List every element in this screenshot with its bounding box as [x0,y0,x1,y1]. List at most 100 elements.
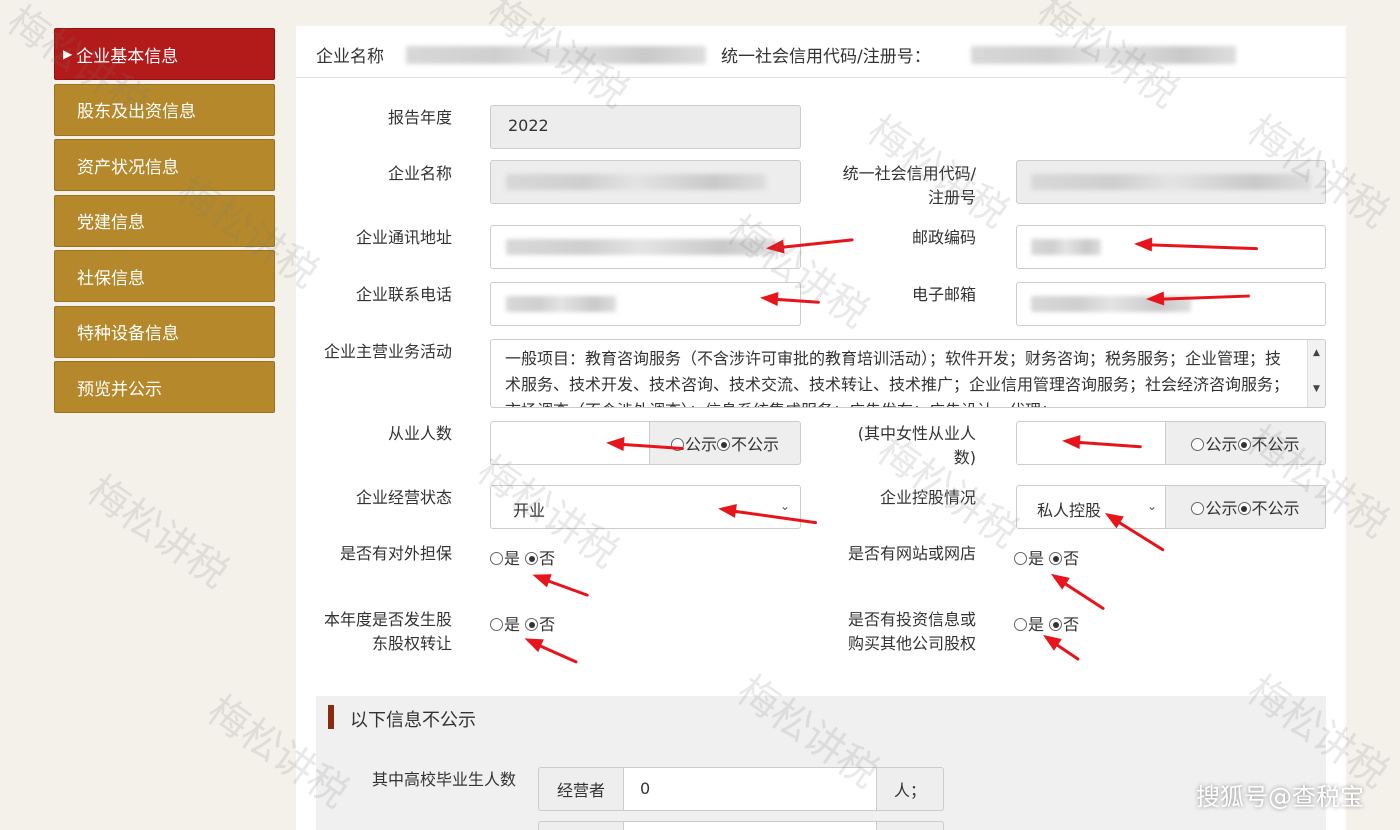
redacted-credit-code [971,46,1236,64]
chevron-down-icon: ⌄ [779,499,790,513]
graduates-label: 其中高校毕业生人数 [371,770,516,789]
holding-not-public-option[interactable]: 不公示 [1237,495,1300,519]
redacted-postcode-value [1031,239,1101,255]
operator-input[interactable]: 0 [623,767,877,811]
radio-icon [490,618,503,631]
holding-select[interactable]: 私人控股 ⌄ [1016,485,1166,529]
business-textarea[interactable]: 一般项目：教育咨询服务（不含涉许可审批的教育培训活动）；软件开发；财务咨询；税务… [490,339,1326,408]
sidebar-item-social-security[interactable]: 社保信息 [54,250,275,302]
sidebar-item-shareholders[interactable]: 股东及出资信息 [54,83,275,136]
website-label: 是否有网站或网店 [847,544,976,563]
redacted-phone-value [506,296,616,312]
radio-checked-icon [1237,438,1251,451]
radio-icon [490,552,503,565]
radio-checked-icon [525,552,539,565]
report-year-value: 2022 [508,116,549,135]
operating-status-value: 开业 [513,501,546,520]
female-public-option[interactable]: 公示 [1191,431,1238,455]
sidebar-item-label: 社保信息 [77,268,145,289]
company-header: 企业名称 统一社会信用代码/注册号： [296,26,1346,78]
redacted-credit-code-value [1031,174,1311,190]
employees-not-public-option[interactable]: 不公示 [717,431,779,455]
operating-status-select[interactable]: 开业 ⌄ [490,485,801,529]
operator-value: 0 [640,779,651,798]
employee-input[interactable]: 0 [623,821,877,830]
holding-label: 企业控股情况 [879,488,976,507]
radio-icon [1014,618,1027,631]
address-label: 企业通讯地址 [355,228,452,247]
website-radio-group: 是 否 [1014,545,1079,569]
website-no-option[interactable]: 否 [1049,549,1079,568]
sidebar-item-party[interactable]: 党建信息 [54,194,275,247]
investment-no-option[interactable]: 否 [1049,615,1079,634]
guarantee-radio-group: 是 否 [490,545,555,569]
radio-checked-icon [1049,618,1063,631]
sidebar-nav: ▶ 企业基本信息 股东及出资信息 资产状况信息 党建信息 社保信息 特种设备信息 … [54,28,275,417]
redacted-company-name [406,46,706,64]
operating-status-label: 企业经营状态 [355,488,452,507]
header-code-label: 统一社会信用代码/注册号： [721,47,931,67]
equity-transfer-no-option[interactable]: 否 [525,615,555,634]
guarantee-yes-option[interactable]: 是 [490,549,520,568]
company-name-label: 企业名称 [387,164,452,183]
sidebar-item-label: 股东及出资信息 [77,102,196,122]
email-label: 电子邮箱 [911,285,976,304]
female-employees-label: (其中女性从业人数) [857,424,976,467]
sidebar-item-label: 党建信息 [77,213,145,233]
sidebar-item-preview-publish[interactable]: 预览并公示 [54,361,275,413]
holding-public-option[interactable]: 公示 [1191,495,1238,519]
operator-unit: 人； [876,767,944,811]
radio-checked-icon [717,438,730,451]
radio-checked-icon [1237,502,1251,515]
investment-yes-option[interactable]: 是 [1014,615,1044,634]
female-not-public-option[interactable]: 不公示 [1237,431,1300,455]
employee-addon: 雇员 [538,821,624,830]
non-public-section: 以下信息不公示 其中高校毕业生人数 经营者 0 人； 雇员 0 人； [316,696,1326,830]
scroll-down-icon[interactable]: ▼ [1308,376,1325,402]
investment-label: 是否有投资信息或购买其他公司股权 [847,610,976,653]
main-panel: 企业名称 统一社会信用代码/注册号： 报告年度 2022 企业名称 统一社会信用… [296,26,1346,830]
report-year-label: 报告年度 [387,108,452,127]
phone-label: 企业联系电话 [355,285,452,304]
sidebar-item-label: 特种设备信息 [77,324,179,344]
watermark: 梅松讲税 [78,467,237,598]
radio-checked-icon [1049,552,1063,565]
sidebar-item-assets[interactable]: 资产状况信息 [54,139,275,191]
radio-icon [1014,552,1027,565]
section-marker [328,705,334,729]
guarantee-no-option[interactable]: 否 [525,549,555,568]
radio-icon [1191,438,1205,451]
sidebar-item-special-equipment[interactable]: 特种设备信息 [54,305,275,358]
postcode-label: 邮政编码 [911,228,976,247]
equity-transfer-label: 本年度是否发生股东股权转让 [323,610,452,653]
section-title: 以下信息不公示 [350,710,476,731]
website-yes-option[interactable]: 是 [1014,549,1044,568]
sidebar-item-label: 资产状况信息 [77,157,179,178]
employees-visibility: 公示 不公示 [649,421,801,465]
equity-transfer-yes-option[interactable]: 是 [490,615,520,634]
credit-code-label: 统一社会信用代码/注册号 [842,164,976,207]
source-watermark: 搜狐号@查税宝 [1196,783,1364,811]
holding-visibility: 公示 不公示 [1165,485,1326,529]
equity-transfer-radio-group: 是 否 [490,611,555,635]
radio-icon [1191,502,1205,515]
holding-value: 私人控股 [1037,501,1102,520]
employee-unit: 人； [876,821,944,830]
sidebar-item-label: 预览并公示 [77,379,162,400]
header-name-label: 企业名称 [316,47,384,67]
radio-checked-icon [525,618,539,631]
female-employees-visibility: 公示 不公示 [1165,421,1326,465]
business-text: 一般项目：教育咨询服务（不含涉许可审批的教育培训活动）；软件开发；财务咨询；税务… [505,349,1290,407]
sidebar-item-label: 企业基本信息 [76,46,179,67]
employees-label: 从业人数 [387,424,452,443]
guarantee-label: 是否有对外担保 [339,544,452,563]
redacted-address-value [506,239,776,255]
sidebar-item-basic-info[interactable]: ▶ 企业基本信息 [54,28,275,80]
employees-public-option[interactable]: 公示 [670,431,717,455]
scroll-up-icon[interactable]: ▲ [1308,340,1325,366]
triangle-right-icon: ▶ [63,47,73,61]
chevron-down-icon: ⌄ [1146,499,1157,513]
business-label: 企业主营业务活动 [323,342,452,361]
redacted-company-name-value [506,174,766,190]
textarea-scrollbar[interactable]: ▲ ▼ [1307,340,1325,407]
